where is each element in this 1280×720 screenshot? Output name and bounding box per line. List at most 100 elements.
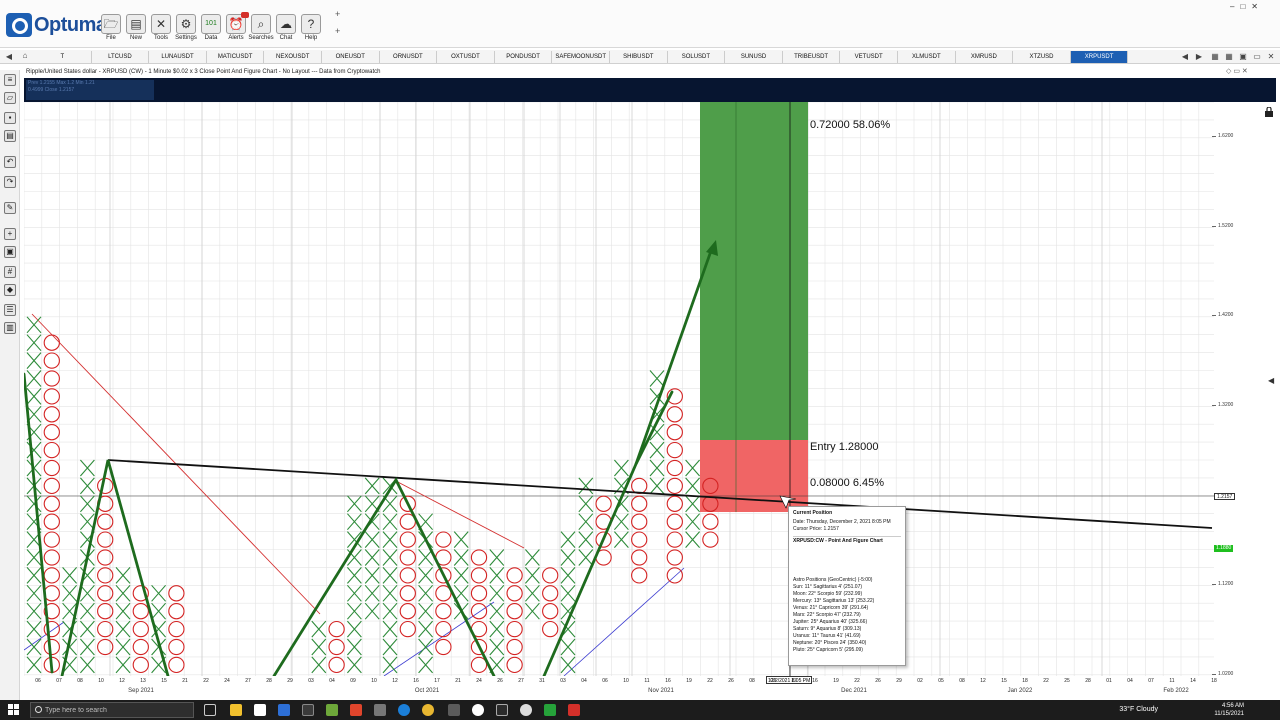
mail-icon[interactable] — [278, 704, 290, 716]
file-button[interactable]: 🗁 File — [98, 14, 124, 48]
taskbar-search[interactable] — [30, 702, 194, 718]
store-icon[interactable] — [254, 704, 266, 716]
app-icon[interactable] — [520, 704, 532, 716]
help-icon: ? — [301, 14, 321, 34]
undo-icon[interactable]: ↶ — [4, 156, 16, 168]
brave-browser-icon[interactable] — [350, 704, 362, 716]
date-tick-label: 12 — [392, 678, 398, 684]
alerts-button[interactable]: ⏰ Alerts — [223, 12, 249, 48]
crosshair-icon[interactable]: + — [4, 228, 16, 240]
app-icon[interactable] — [496, 704, 508, 716]
help-button[interactable]: ? Help — [298, 14, 324, 48]
tab-safemoonusdt[interactable]: SAFEMOONUSDT — [552, 51, 610, 63]
tab-lunausdt[interactable]: LUNAUSDT — [149, 51, 207, 63]
tab-xtzusd[interactable]: XTZUSD — [1013, 51, 1071, 63]
point-and-figure-chart[interactable] — [24, 102, 1214, 676]
pnf-x-mark — [578, 531, 594, 548]
tab-scroll-right-icon[interactable]: ▶ — [1194, 51, 1204, 63]
file-explorer-icon[interactable] — [230, 704, 242, 716]
app-icon[interactable] — [544, 704, 556, 716]
panel-expand-icon[interactable]: ◀ — [1268, 376, 1278, 388]
window-icon[interactable]: ▭ — [1252, 51, 1262, 63]
chrome-browser-icon[interactable] — [422, 704, 434, 716]
add-toolbar-icon[interactable]: + — [335, 26, 340, 36]
app-icon[interactable] — [472, 704, 484, 716]
app-icon[interactable] — [568, 704, 580, 716]
pnf-o-mark — [43, 424, 60, 441]
list-icon[interactable]: ☰ — [4, 304, 16, 316]
tab-sunusd[interactable]: SUNUSD — [725, 51, 783, 63]
pen-tool-icon[interactable]: ✎ — [4, 202, 16, 214]
date-tick-label: 17 — [434, 678, 440, 684]
pnf-o-mark — [43, 638, 60, 656]
tab-tribeusdt[interactable]: TRIBEUSDT — [783, 51, 841, 63]
tab-pondusdt[interactable]: PONDUSDT — [495, 51, 553, 63]
tab-xrpusdt[interactable]: XRPUSDT — [1070, 51, 1129, 63]
app-icon[interactable] — [326, 704, 338, 716]
pnf-o-mark — [97, 567, 114, 584]
tab-oxtusdt[interactable]: OXTUSDT — [437, 51, 495, 63]
astro-position: Saturn: 9° Aquarius 8' (309.13) — [793, 626, 862, 632]
new-button[interactable]: ▤ New — [123, 14, 149, 48]
document-icon[interactable]: ≡ — [4, 74, 16, 86]
edge-browser-icon[interactable] — [398, 704, 410, 716]
magnet-icon[interactable]: ◆ — [4, 284, 16, 296]
pnf-x-mark — [26, 441, 42, 459]
tab-ornusdt[interactable]: ORNUSDT — [380, 51, 438, 63]
date-tick-label: 27 — [518, 678, 524, 684]
redo-icon[interactable]: ↷ — [4, 176, 16, 188]
tab-maticusdt[interactable]: MATICUSDT — [207, 51, 265, 63]
resistance-trendline[interactable] — [107, 459, 1213, 529]
grid-icon[interactable]: # — [4, 266, 16, 278]
pnf-x-mark — [489, 602, 505, 620]
tab-xlmusdt[interactable]: XLMUSDT — [898, 51, 956, 63]
searches-button[interactable]: ⌕ Searches — [248, 14, 274, 48]
pnf-x-mark — [685, 513, 701, 531]
pnf-o-mark — [631, 477, 648, 495]
tab-xmrusd[interactable]: XMRUSD — [956, 51, 1014, 63]
pnf-o-mark — [399, 531, 416, 548]
task-view-icon[interactable] — [204, 704, 216, 716]
taskbar-search-input[interactable] — [45, 705, 191, 715]
tab-vetusdt[interactable]: VETUSDT — [840, 51, 898, 63]
lock-icon[interactable] — [1264, 104, 1274, 117]
window-controls[interactable]: –□✕ — [1230, 2, 1276, 12]
date-tick-label: 28 — [1085, 678, 1091, 684]
current-price-tag: 1.2157 — [1214, 493, 1236, 500]
pnf-o-mark — [132, 620, 149, 638]
tab-scroll-left-icon[interactable]: ◀ — [1180, 51, 1190, 63]
settings-button[interactable]: ⚙ Settings — [173, 14, 199, 48]
gear-icon: ⚙ — [176, 14, 196, 34]
tab-solusdt[interactable]: SOLUSDT — [668, 51, 726, 63]
clock[interactable]: 4:56 AM 11/15/2021 — [1214, 702, 1244, 718]
windows-start-icon[interactable] — [8, 704, 20, 716]
add-toolbar-icon[interactable]: + — [335, 9, 340, 19]
open-icon[interactable]: ▱ — [4, 92, 16, 104]
grid-view-icon[interactable]: ▦ — [1210, 51, 1220, 63]
weather-text[interactable]: 33°F Cloudy — [1119, 706, 1158, 713]
tab-ltcusd[interactable]: LTCUSD — [92, 51, 150, 63]
app-icon[interactable] — [302, 704, 314, 716]
tab-t[interactable]: T — [34, 51, 92, 63]
print-icon[interactable]: ▤ — [4, 130, 16, 142]
close-tab-icon[interactable]: ✕ — [1266, 51, 1276, 63]
app-icon[interactable] — [374, 704, 386, 716]
pnf-o-mark — [666, 567, 683, 584]
app-icon[interactable] — [448, 704, 460, 716]
lock-icon[interactable]: ▣ — [4, 246, 16, 258]
layout-icon[interactable]: ▣ — [1238, 51, 1248, 63]
pnf-o-mark — [97, 513, 114, 530]
tools-button[interactable]: ✕ Tools — [148, 14, 174, 48]
chat-button[interactable]: ☁ Chat — [273, 14, 299, 48]
home-icon[interactable]: ⌂ — [18, 50, 32, 62]
data-button[interactable]: 101 Data — [198, 14, 224, 48]
chart-window-controls[interactable]: ◇ ▭ ✕ — [1226, 67, 1248, 75]
clipboard-icon[interactable]: ▥ — [4, 322, 16, 334]
tab-scroll-left-icon[interactable]: ◀ — [4, 51, 14, 63]
grid-view-icon[interactable]: ▦ — [1224, 51, 1234, 63]
tab-nexousdt[interactable]: NEXOUSDT — [264, 51, 322, 63]
pnf-x-mark — [26, 316, 42, 334]
tab-shibusdt[interactable]: SHIBUSDT — [610, 51, 668, 63]
save-icon[interactable]: ▪ — [4, 112, 16, 124]
tab-oneusdt[interactable]: ONEUSDT — [322, 51, 380, 63]
